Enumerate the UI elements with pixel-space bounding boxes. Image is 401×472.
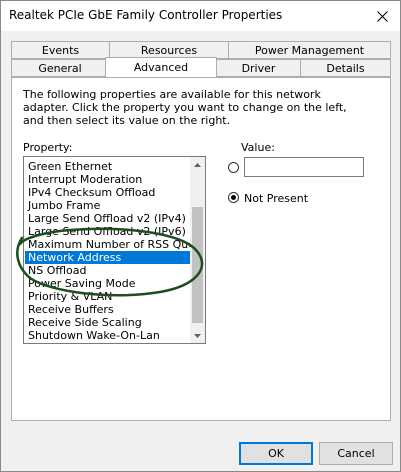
- list-item[interactable]: Large Send Offload v2 (IPv6): [25, 225, 192, 238]
- list-item[interactable]: Interrupt Moderation: [25, 173, 192, 186]
- list-item[interactable]: Power Saving Mode: [25, 277, 192, 290]
- scroll-down-button[interactable]: [190, 328, 205, 343]
- value-label: Value:: [241, 141, 275, 154]
- tab-advanced[interactable]: Advanced: [105, 57, 217, 77]
- list-item[interactable]: Jumbo Frame: [25, 199, 192, 212]
- property-listbox[interactable]: Green Ethernet Interrupt Moderation IPv4…: [23, 156, 206, 344]
- close-icon: [376, 10, 388, 22]
- tab-label: Advanced: [133, 61, 189, 74]
- list-item[interactable]: Receive Side Scaling: [25, 316, 192, 329]
- list-item-selected[interactable]: Network Address: [25, 251, 192, 264]
- property-label: Property:: [23, 141, 73, 154]
- chevron-up-icon: [194, 162, 201, 167]
- tab-driver[interactable]: Driver: [216, 59, 301, 77]
- tab-power-management[interactable]: Power Management: [228, 41, 391, 59]
- description-text: The following properties are available f…: [23, 88, 347, 127]
- tab-label: General: [38, 61, 82, 75]
- list-item[interactable]: Receive Buffers: [25, 303, 192, 316]
- value-input[interactable]: [244, 157, 364, 177]
- list-item[interactable]: Shutdown Wake-On-Lan: [25, 329, 192, 342]
- list-item[interactable]: Green Ethernet: [25, 160, 192, 173]
- not-present-radio[interactable]: [228, 192, 239, 203]
- title-bar: Realtek PCIe GbE Family Controller Prope…: [1, 1, 400, 31]
- chevron-down-icon: [194, 333, 201, 338]
- window-title: Realtek PCIe GbE Family Controller Prope…: [9, 8, 283, 22]
- tab-label: Events: [41, 43, 80, 57]
- not-present-label: Not Present: [244, 192, 309, 205]
- ok-button[interactable]: OK: [239, 442, 313, 465]
- list-item[interactable]: Maximum Number of RSS Queues: [25, 238, 192, 251]
- tab-general[interactable]: General: [11, 59, 109, 77]
- tab-label: Driver: [241, 61, 276, 75]
- scroll-up-button[interactable]: [190, 157, 205, 172]
- tab-label: Power Management: [254, 43, 365, 57]
- tab-label: Details: [326, 61, 365, 75]
- list-item[interactable]: NS Offload: [25, 264, 192, 277]
- tab-events[interactable]: Events: [11, 41, 110, 59]
- value-radio[interactable]: [228, 162, 239, 173]
- list-item[interactable]: Priority & VLAN: [25, 290, 192, 303]
- tab-label: Resources: [140, 43, 198, 57]
- list-item[interactable]: IPv4 Checksum Offload: [25, 186, 192, 199]
- close-button[interactable]: [370, 4, 394, 28]
- property-scrollbar[interactable]: [190, 157, 205, 343]
- tab-details[interactable]: Details: [300, 59, 391, 77]
- list-item[interactable]: Large Send Offload v2 (IPv4): [25, 212, 192, 225]
- cancel-button[interactable]: Cancel: [319, 442, 393, 465]
- properties-dialog: Realtek PCIe GbE Family Controller Prope…: [0, 0, 401, 472]
- scroll-thumb[interactable]: [192, 207, 203, 323]
- radio-dot: [231, 195, 236, 200]
